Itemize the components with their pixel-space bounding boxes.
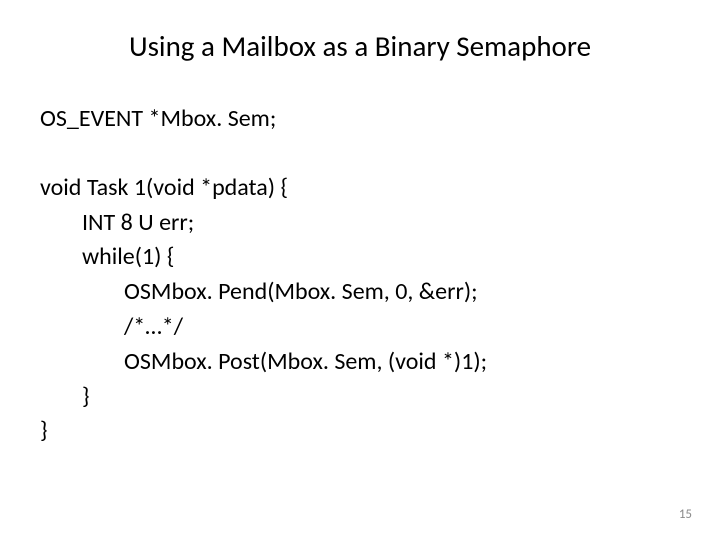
code-line: OS_EVENT *Mbox. Sem;: [40, 102, 680, 137]
code-line: void Task 1(void *pdata) {: [40, 171, 680, 206]
code-line: }: [40, 414, 680, 449]
slide-container: Using a Mailbox as a Binary Semaphore OS…: [0, 0, 720, 540]
code-line: /*…*/: [40, 310, 680, 345]
page-number: 15: [679, 507, 692, 522]
slide-content: OS_EVENT *Mbox. Sem; void Task 1(void *p…: [40, 102, 680, 449]
code-blank-line: [40, 137, 680, 171]
code-line: OSMbox. Pend(Mbox. Sem, 0, &err);: [40, 275, 680, 310]
slide-title: Using a Mailbox as a Binary Semaphore: [40, 28, 680, 64]
code-line: OSMbox. Post(Mbox. Sem, (void *)1);: [40, 345, 680, 380]
code-line: while(1) {: [40, 240, 680, 275]
code-line: }: [40, 380, 680, 415]
code-line: INT 8 U err;: [40, 206, 680, 241]
